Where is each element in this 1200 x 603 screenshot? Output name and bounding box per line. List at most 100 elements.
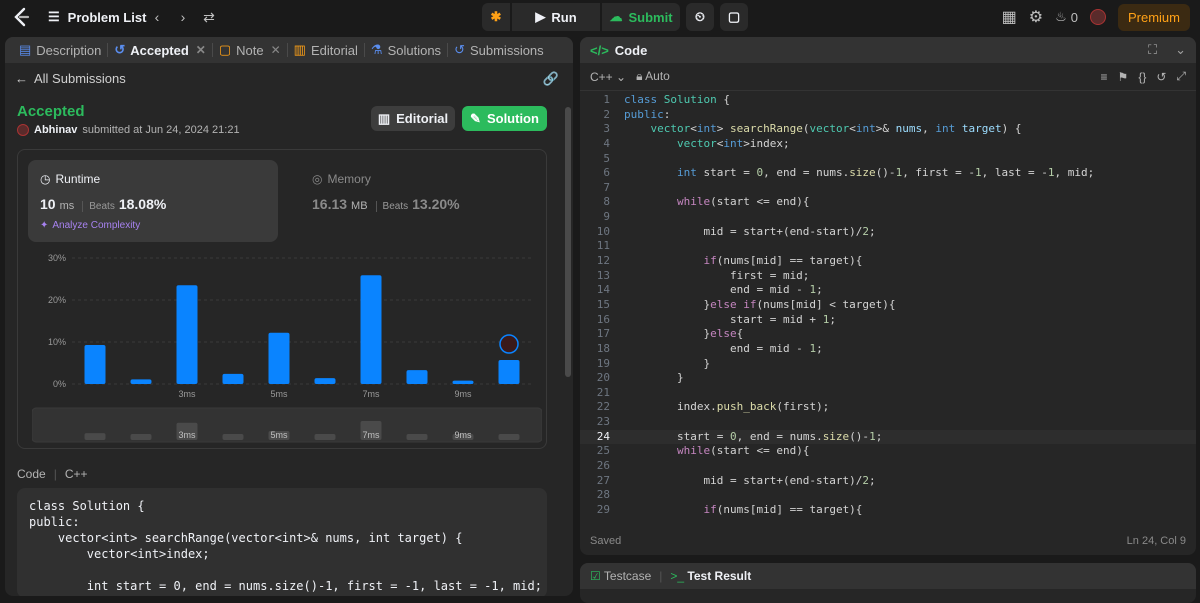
editor-line[interactable]: 4 vector<int>index; [580, 137, 1196, 152]
user-avatar[interactable] [1089, 9, 1106, 25]
editor-line[interactable]: 29 if(nums[mid] == target){ [580, 503, 1196, 518]
editor-line[interactable]: 28 [580, 488, 1196, 503]
editor-line[interactable]: 20 } [580, 371, 1196, 386]
tab-submissions[interactable]: ↺ Submissions [448, 37, 550, 63]
run-button[interactable]: ▶ Run [512, 3, 600, 31]
analyze-complexity-link[interactable]: ✦ Analyze Complexity [40, 220, 140, 231]
tab-description[interactable]: ▤ Description [13, 37, 107, 63]
tab-solutions[interactable]: ⚗ Solutions [365, 37, 447, 63]
submit-button[interactable]: ☁ Submit [602, 3, 680, 31]
editor-line[interactable]: 16 start = mid + 1; [580, 313, 1196, 328]
editor-line[interactable]: 10 mid = start+(end-start)/2; [580, 225, 1196, 240]
chart-bar[interactable] [84, 344, 106, 384]
chart-bar[interactable] [498, 360, 520, 384]
layout-grid-icon[interactable]: ▦ [1002, 7, 1017, 27]
memory-card[interactable]: ◎ Memory 16.13 MB Beats 13.20% [300, 160, 540, 242]
left-scrollbar[interactable] [565, 107, 571, 377]
expand-icon[interactable]: ⤢ [1176, 69, 1186, 84]
line-code: while(start <= end){ [676, 195, 810, 209]
editor-line[interactable]: 5 [580, 152, 1196, 167]
solution-button[interactable]: ✎ Solution [462, 106, 547, 131]
editor-line[interactable]: 7 [580, 181, 1196, 196]
editor-line[interactable]: 8 while(start <= end){ [580, 195, 1196, 210]
line-number: 18 [596, 341, 610, 355]
editor-line[interactable]: 9 [580, 210, 1196, 225]
settings-gear-icon[interactable]: ⚙ [1029, 7, 1043, 27]
close-icon[interactable]: ✕ [196, 43, 206, 57]
editor-line[interactable]: 3 vector<int> searchRange(vector<int>& n… [580, 122, 1196, 137]
editor-line[interactable]: 17 }else{ [580, 327, 1196, 342]
x-tick-label: 3ms [178, 389, 196, 399]
tab-testcase[interactable]: ☑ Testcase [590, 569, 651, 583]
code-editor[interactable]: 1 class Solution {2 public: 3 vector<int> s… [580, 93, 1196, 521]
close-icon[interactable]: ✕ [271, 43, 281, 57]
line-number: 10 [596, 224, 610, 238]
minimap-bar [130, 434, 152, 440]
editor-line[interactable]: 22 index.push_back(first); [580, 400, 1196, 415]
auto-mode[interactable]: 🔒︎ Auto [636, 69, 670, 84]
leetcode-logo-icon[interactable] [10, 6, 32, 28]
debug-icon[interactable]: ✱ [482, 3, 510, 31]
line-number: 21 [596, 385, 610, 399]
editor-line[interactable]: 18 end = mid - 1; [580, 342, 1196, 357]
editor-line[interactable]: 25 while(start <= end){ [580, 444, 1196, 459]
line-code: start = mid + 1; [624, 312, 836, 326]
your-submission-avatar[interactable] [499, 334, 519, 354]
line-number: 7 [603, 180, 610, 194]
editor-line[interactable]: 19 } [580, 357, 1196, 372]
runtime-value: 10 [40, 196, 56, 212]
chart-bar[interactable] [314, 378, 336, 384]
chart-bar[interactable] [268, 332, 290, 384]
language-select[interactable]: C++ ⌄ [590, 70, 626, 84]
chart-bar[interactable] [176, 285, 198, 384]
editor-line[interactable]: 21 [580, 386, 1196, 401]
tab-note[interactable]: ▢ Note ✕ [213, 37, 287, 63]
maximize-icon[interactable]: ⛶ [1148, 42, 1157, 58]
back-label: All Submissions [34, 71, 126, 86]
editor-line[interactable]: 27 mid = start+(end-start)/2; [580, 474, 1196, 489]
chart-bar[interactable] [452, 380, 474, 384]
runtime-card[interactable]: ◷ Runtime 10 ms Beats 18.08% ✦ Analyze Com… [28, 160, 278, 242]
editor-line[interactable]: 26 [580, 459, 1196, 474]
bookmark-icon[interactable]: ⚑ [1118, 70, 1129, 84]
editor-line[interactable]: 15 }else if(nums[mid] < target){ [580, 298, 1196, 313]
editor-line[interactable]: 12 if(nums[mid] == target){ [580, 254, 1196, 269]
collapse-icon[interactable]: ⌄ [1175, 42, 1186, 58]
mode-label: Auto [645, 69, 670, 83]
editor-toolbar: C++ ⌄ 🔒︎ Auto ≡ ⚑ {} ↺ ⤢ [580, 63, 1196, 91]
premium-button[interactable]: Premium [1117, 3, 1190, 31]
timer-icon[interactable]: ⏲ [686, 3, 714, 31]
share-link-icon[interactable]: 🔗 [543, 71, 559, 87]
reset-icon[interactable]: ↺ [1156, 70, 1166, 84]
editor-line[interactable]: 2 public: [580, 108, 1196, 123]
editor-line[interactable]: 1 class Solution { [580, 93, 1196, 108]
editor-line[interactable]: 13 first = mid; [580, 269, 1196, 284]
editor-line[interactable]: 14 end = mid - 1; [580, 283, 1196, 298]
editor-line[interactable]: 11 [580, 239, 1196, 254]
tab-accepted[interactable]: ↺ Accepted ✕ [108, 37, 212, 63]
shuffle-icon[interactable]: ⇄ [200, 8, 218, 26]
chart-bar[interactable] [222, 373, 244, 384]
tab-label: Note [236, 42, 264, 58]
braces-icon[interactable]: {} [1138, 70, 1146, 84]
editorial-button[interactable]: ▥ Editorial [371, 106, 455, 131]
all-submissions-link[interactable]: ← All Submissions [15, 71, 126, 86]
chart-bar[interactable] [406, 370, 428, 384]
notes-icon[interactable]: ▢ [720, 3, 748, 31]
chart-bar[interactable] [360, 275, 382, 384]
streak-counter[interactable]: ♨ 0 [1055, 9, 1078, 25]
tab-test-result[interactable]: >_ Test Result [670, 569, 751, 583]
line-code: index.push_back(first); [624, 400, 830, 414]
editor-line[interactable]: 23 [580, 415, 1196, 430]
user-name[interactable]: Abhinav [34, 124, 77, 136]
format-icon[interactable]: ≡ [1101, 70, 1108, 84]
problem-list-button[interactable]: ☰ Problem List [48, 6, 146, 28]
editor-line[interactable]: 24 start = 0, end = nums.size()-1; [580, 429, 1196, 445]
chart-bar[interactable] [130, 379, 152, 384]
next-problem-icon[interactable]: › [174, 8, 192, 26]
tab-editorial[interactable]: ▥ Editorial [288, 37, 364, 63]
memory-unit: MB [351, 200, 368, 212]
prev-problem-icon[interactable]: ‹ [148, 8, 166, 26]
editor-line[interactable]: 6 int start = 0, end = nums.size()-1, fi… [580, 166, 1196, 181]
